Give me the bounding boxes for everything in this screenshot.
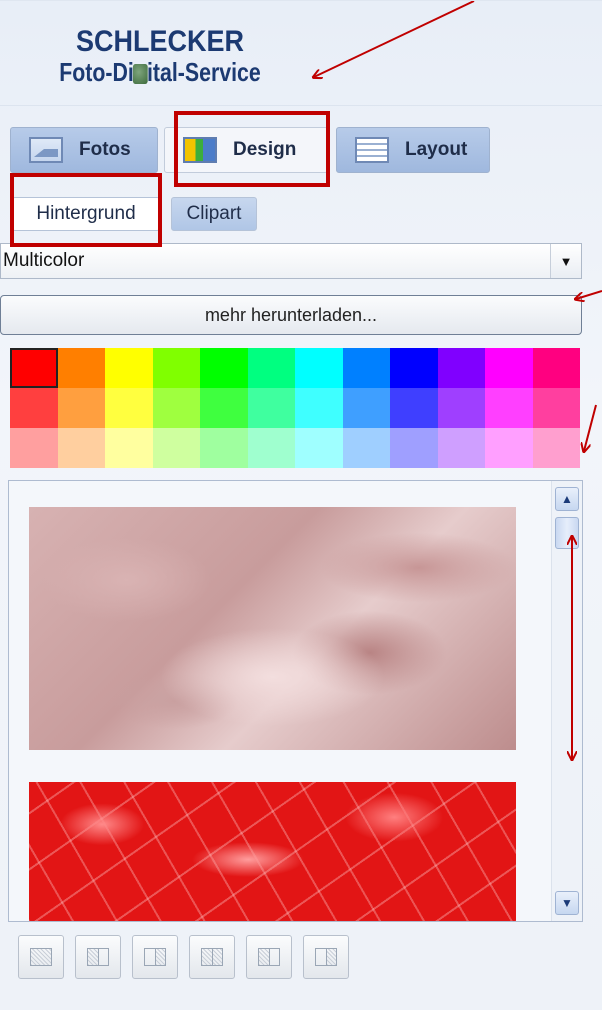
annotation-arrows — [0, 1, 602, 1010]
arrow-to-download-button — [576, 290, 602, 299]
arrow-to-logo — [314, 1, 475, 77]
designer-panel: SCHLECKER Foto-Di ital-Service Fotos Desi… — [0, 0, 602, 1010]
arrow-to-palette — [584, 404, 597, 451]
